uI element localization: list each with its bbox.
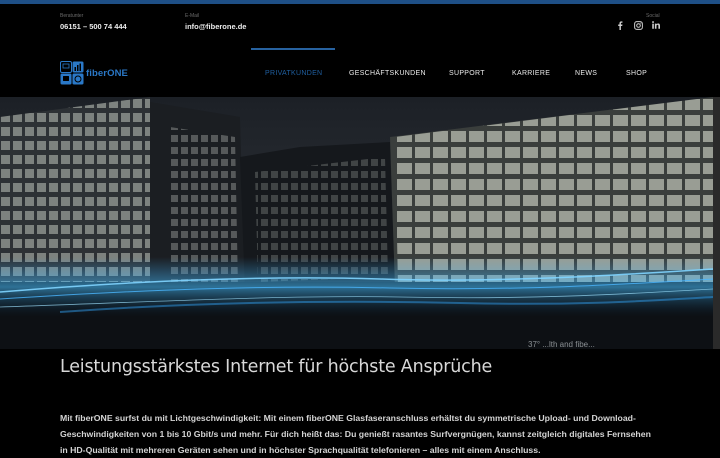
top-accent-bar: [0, 0, 720, 4]
linkedin-icon[interactable]: [650, 19, 662, 31]
page-headline: Leistungsstärkstes Internet für höchste …: [60, 357, 493, 377]
hero-image: 37° ...lth and fibe...: [0, 97, 713, 349]
nav-item-privatkunden[interactable]: PRIVATKUNDEN: [265, 70, 322, 77]
instagram-icon[interactable]: [632, 19, 644, 31]
facebook-icon[interactable]: [614, 19, 626, 31]
nav-item-shop[interactable]: SHOP: [626, 70, 647, 77]
email-contact: E-Mail info@fiberone.de: [185, 13, 246, 31]
fiberone-logo-icon: [60, 61, 84, 85]
nav-item-geschaeftskunden[interactable]: GESCHÄFTSKUNDEN: [349, 70, 426, 77]
nav-active-indicator: [251, 48, 335, 50]
nav-item-support[interactable]: SUPPORT: [449, 70, 485, 77]
email-link[interactable]: info@fiberone.de: [185, 22, 246, 31]
scrollbar[interactable]: [713, 97, 720, 349]
phone-label: Beratunter: [60, 13, 84, 19]
nav-item-karriere[interactable]: KARRIERE: [512, 70, 550, 77]
intro-paragraph: Mit fiberONE surfst du mit Lichtgeschwin…: [60, 413, 651, 455]
brand-logo[interactable]: fiberONE: [60, 61, 128, 85]
phone-contact: Beratunter 06151 – 500 74 444: [60, 13, 127, 31]
email-label: E-Mail: [185, 13, 200, 19]
nav-item-news[interactable]: NEWS: [575, 70, 597, 77]
hero-city-graphic: [0, 97, 713, 349]
brand-name: fiberONE: [86, 67, 128, 79]
hero-caption: 37° ...lth and fibe...: [528, 340, 595, 349]
phone-number-link[interactable]: 06151 – 500 74 444: [60, 22, 127, 31]
